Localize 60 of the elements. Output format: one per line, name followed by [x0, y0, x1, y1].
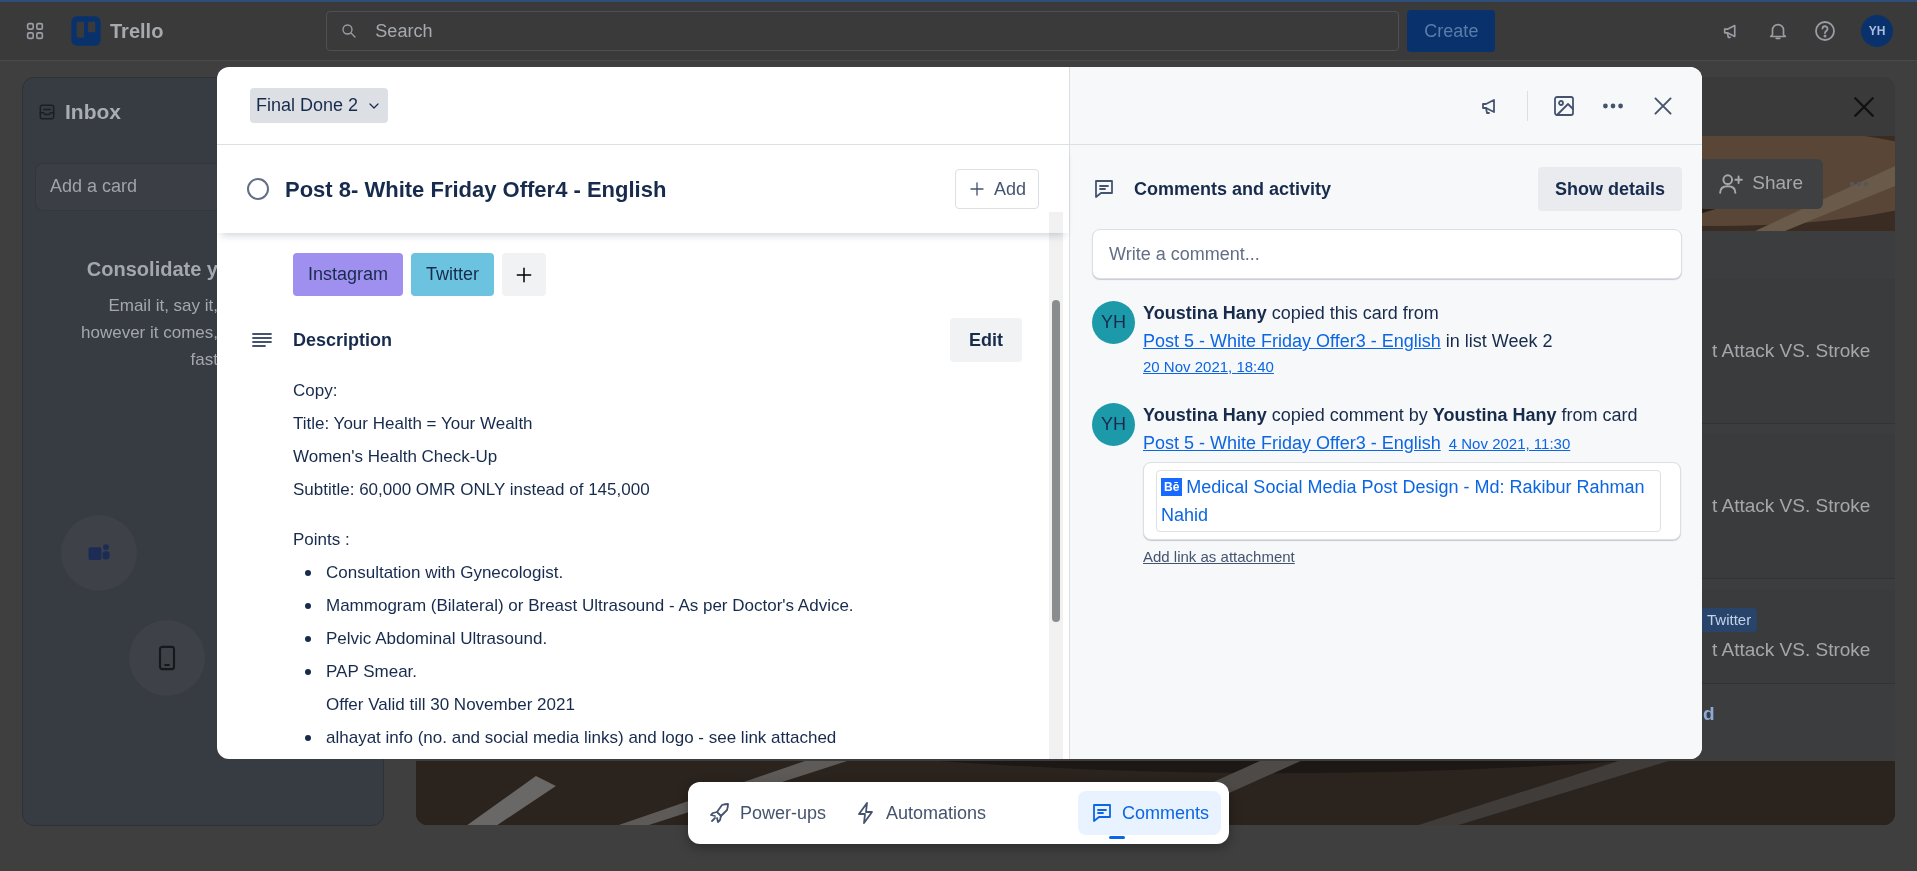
plus-icon: [967, 180, 986, 198]
card-title: t Attack VS. Stroke: [1712, 493, 1872, 518]
avatar[interactable]: YH: [1861, 15, 1893, 47]
description-text: Subtitle: 60,000 OMR ONLY instead of 145,000: [293, 479, 651, 501]
add-attachment-link[interactable]: Add link as attachment: [1143, 546, 1295, 569]
card-link[interactable]: Post 5 - White Friday Offer3 - English: [1143, 433, 1441, 453]
comment-icon: [1092, 177, 1116, 201]
avatar: YH: [1092, 301, 1135, 344]
description-text: Copy:: [293, 380, 339, 402]
add-button[interactable]: Add: [954, 169, 1039, 209]
show-details-button[interactable]: Show details: [1537, 167, 1682, 211]
add-card-text[interactable]: d: [1703, 699, 1715, 729]
avatar: YH: [1092, 403, 1135, 446]
search-field[interactable]: Search: [326, 11, 1400, 51]
bullet-icon: [305, 636, 311, 642]
list-item-text: Pelvic Abdominal Ultrasound.: [326, 629, 548, 648]
rocket-icon: [708, 801, 732, 825]
complete-checkbox[interactable]: [247, 178, 269, 200]
empty-state-text: Email it, say it,: [107, 294, 218, 317]
list-item-text: Consultation with Gynecologist.: [326, 563, 564, 582]
scrollbar[interactable]: [1049, 212, 1063, 759]
timestamp-link[interactable]: 20 Nov 2021, 18:40: [1143, 358, 1274, 375]
app-name[interactable]: Trello: [110, 16, 164, 46]
list-item-text: PAP Smear.: [326, 662, 418, 681]
list-item-text: Mammogram (Bilateral) or Breast Ultrasound - As per Doctor's Advice.: [326, 596, 854, 615]
section-heading: Description: [293, 328, 393, 352]
empty-state-text: fast: [189, 348, 218, 371]
create-button[interactable]: Create: [1407, 10, 1496, 52]
help-icon[interactable]: [1813, 19, 1837, 43]
label-chip[interactable]: Instagram: [293, 253, 404, 296]
empty-state-heading: Consolidate y: [85, 256, 218, 282]
bullet-icon: [305, 735, 311, 741]
activity-text: Youstina Hany copied this card from Post 5 - White Friday Offer3 - English in list Week 2: [1143, 302, 1554, 353]
add-label-button[interactable]: [502, 253, 547, 296]
comment-field[interactable]: Write a comment...: [1092, 229, 1682, 279]
bullet-icon: [305, 669, 311, 675]
card-label: Twitter: [1701, 607, 1758, 632]
label-chip[interactable]: Twitter: [411, 253, 495, 296]
description-text: Points :: [293, 529, 351, 551]
site-logo-icon: Bē: [1161, 478, 1183, 496]
attachment-link[interactable]: Bē Medical Social Media Post Design - Md: Rakibur Rahman Nahid: [1156, 470, 1661, 532]
description-text: Title: Your Health = Your Wealth: [293, 413, 534, 435]
empty-state-text: however it comes,: [80, 321, 218, 344]
toolbar-tab[interactable]: Automations: [842, 791, 999, 835]
image-icon[interactable]: [1552, 93, 1576, 118]
apps-grid-icon[interactable]: [24, 20, 46, 42]
bullet-icon: [305, 603, 311, 609]
card-title: t Attack VS. Stroke: [1711, 638, 1872, 662]
section-heading: Comments and activity: [1134, 177, 1332, 201]
toolbar-tab[interactable]: Power-ups: [696, 791, 839, 835]
description-text: Women's Health Check-Up: [293, 446, 499, 468]
list-item-text: alhayat info (no. and social media links) and logo - see link attached: [326, 728, 837, 747]
list-item-text: Offer Valid till 30 November 2021: [326, 695, 575, 714]
panel-title: Inbox: [65, 99, 121, 125]
card-title: t Attack VS. Stroke: [1712, 338, 1872, 363]
bullet-icon: [305, 570, 311, 576]
list-dropdown[interactable]: Final Done 2: [250, 88, 389, 123]
edit-button[interactable]: Edit: [950, 318, 1022, 362]
card-link[interactable]: Post 5 - White Friday Offer3 - English: [1143, 331, 1441, 351]
timestamp-link[interactable]: 4 Nov 2021, 11:30: [1448, 435, 1571, 452]
